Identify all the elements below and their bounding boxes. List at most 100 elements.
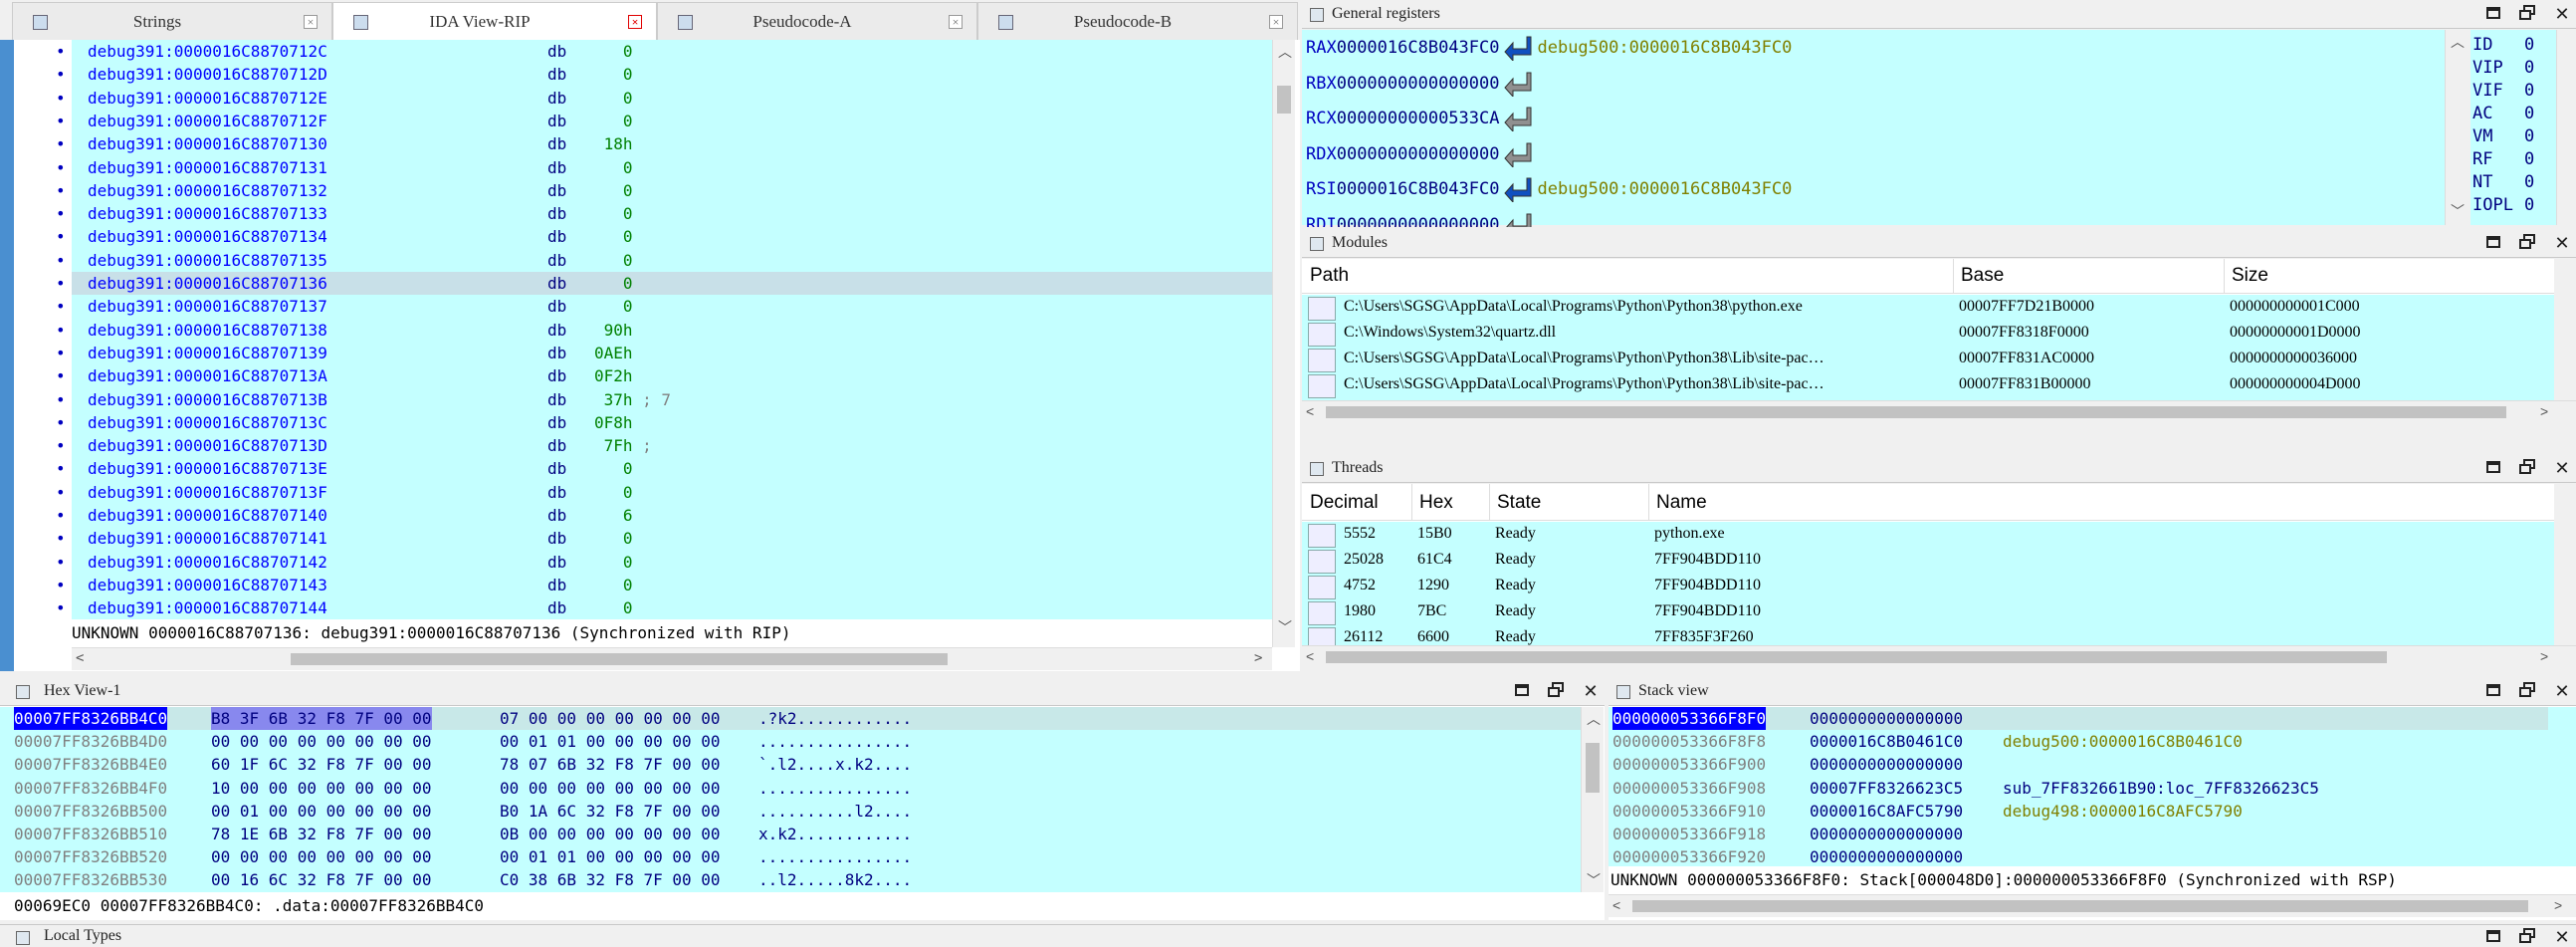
column-header-name[interactable]: Name [1656, 492, 1707, 514]
stack-value[interactable]: 0000000000000000 [1810, 707, 1963, 730]
threads-table[interactable]: Decimal Hex State Name 5552 15B0 Ready pyth… [1302, 484, 2554, 651]
disasm-line[interactable]: debug391:0000016C88707139 db 0AEh [72, 342, 1272, 364]
disasm-line[interactable]: debug391:0000016C8870713E db 0 [72, 457, 1272, 480]
disasm-line[interactable]: debug391:0000016C88707130 db 18h [72, 132, 1272, 155]
hex-bytes-right[interactable]: 00 01 01 00 00 00 00 00 [500, 730, 721, 753]
stack-row[interactable]: 000000053366F918 0000000000000000 [1612, 823, 2548, 845]
stack-value[interactable]: 0000000000000000 [1810, 823, 1963, 845]
register-list[interactable]: RAX0000016C8B043FC0 debug500:0000016C8B04… [1302, 30, 2445, 228]
registers-scrollbar[interactable]: ︿ ﹀ [2445, 30, 2468, 225]
register-value[interactable]: 00000000000533CA [1337, 109, 1500, 128]
stack-value[interactable]: 00007FF8326623C5 [1810, 777, 1963, 800]
table-row[interactable]: C:\Users\SGSG\AppData\Local\Programs\Pyt… [1302, 295, 2554, 321]
hex-dump[interactable]: 00007FF8326BB4C0 B8 3F 6B 32 F8 7F 00 00 0… [0, 707, 1587, 892]
close-icon[interactable]: ✕ [1581, 681, 1601, 701]
stack-horizontal-scrollbar[interactable]: < > [1609, 894, 2576, 917]
disasm-line[interactable]: debug391:0000016C8870712C db 0 [72, 40, 1272, 63]
maximize-icon[interactable] [2484, 4, 2504, 24]
disasm-line[interactable]: debug391:0000016C88707135 db 0 [72, 249, 1272, 272]
hex-vertical-scrollbar[interactable]: ︿ ﹀ [1581, 707, 1604, 892]
scroll-left-icon[interactable]: < [76, 650, 84, 666]
flag-row[interactable]: IOPL 0 [2472, 194, 2534, 217]
register-row[interactable]: RBX0000000000000000 [1306, 67, 1537, 102]
register-row[interactable]: RDI0000000000000000 [1306, 208, 1537, 228]
disasm-line[interactable]: debug391:0000016C88707144 db 0 [72, 596, 1272, 619]
hex-bytes-left[interactable]: 00 00 00 00 00 00 00 00 [211, 845, 432, 868]
disasm-line[interactable]: debug391:0000016C88707141 db 0 [72, 527, 1272, 550]
disasm-line[interactable]: debug391:0000016C88707137 db 0 [72, 295, 1272, 318]
scroll-thumb[interactable] [1277, 86, 1291, 114]
stack-row[interactable]: 000000053366F910 0000016C8AFC5790 debug498… [1612, 800, 2548, 823]
table-row[interactable]: C:\Users\SGSG\AppData\Local\Programs\Pyt… [1302, 347, 2554, 372]
register-value[interactable]: 0000016C8B043FC0 [1337, 179, 1500, 199]
restore-icon[interactable] [2518, 4, 2538, 24]
modules-rows[interactable]: C:\Users\SGSG\AppData\Local\Programs\Pyt… [1302, 295, 2554, 400]
disasm-line[interactable]: debug391:0000016C8870712E db 0 [72, 87, 1272, 110]
hex-bytes-right[interactable]: 0B 00 00 00 00 00 00 00 [500, 823, 721, 845]
flag-row[interactable]: VM 0 [2472, 125, 2534, 148]
disasm-line[interactable]: debug391:0000016C88707143 db 0 [72, 574, 1272, 596]
hex-bytes-right[interactable]: 07 00 00 00 00 00 00 00 [500, 707, 721, 730]
hex-bytes-left[interactable]: 10 00 00 00 00 00 00 00 [211, 777, 432, 800]
table-row[interactable]: 1980 7BC Ready 7FF904BDD110 [1302, 599, 2554, 625]
scroll-thumb[interactable] [1586, 743, 1600, 793]
disasm-line[interactable]: debug391:0000016C8870712D db 0 [72, 63, 1272, 86]
disasm-line[interactable]: debug391:0000016C8870713F db 0 [72, 481, 1272, 504]
stack-value[interactable]: 0000016C8AFC5790 [1810, 800, 1963, 823]
scroll-thumb[interactable] [1632, 900, 2528, 912]
flag-row[interactable]: AC 0 [2472, 103, 2534, 125]
disasm-line[interactable]: debug391:0000016C8870713A db 0F2h [72, 364, 1272, 387]
hex-bytes-right[interactable]: C0 38 6B 32 F8 7F 00 00 [500, 868, 721, 891]
disasm-line[interactable]: debug391:0000016C88707142 db 0 [72, 551, 1272, 574]
restore-icon[interactable] [2518, 681, 2538, 701]
hex-bytes-left[interactable]: 00 00 00 00 00 00 00 00 [211, 730, 432, 753]
stack-row[interactable]: 000000053366F8F8 0000016C8B0461C0 debug500… [1612, 730, 2548, 753]
scroll-left-icon[interactable]: < [1306, 648, 1314, 664]
flag-row[interactable]: NT 0 [2472, 171, 2534, 194]
close-icon[interactable]: ✕ [2552, 927, 2572, 947]
hex-bytes-right[interactable]: 78 07 6B 32 F8 7F 00 00 [500, 753, 721, 776]
flag-row[interactable]: RF 0 [2472, 148, 2534, 171]
restore-icon[interactable] [2518, 458, 2538, 478]
hex-bytes-left[interactable]: 00 16 6C 32 F8 7F 00 00 [211, 868, 432, 891]
stack-row[interactable]: 000000053366F8F0 0000000000000000 [1612, 707, 2548, 730]
column-header-size[interactable]: Size [2232, 265, 2268, 287]
jump-arrow-icon[interactable] [1499, 107, 1537, 131]
disasm-line[interactable]: debug391:0000016C8870712F db 0 [72, 110, 1272, 132]
register-row[interactable]: RAX0000016C8B043FC0 debug500:0000016C8B04… [1306, 31, 1792, 66]
flags-list[interactable]: ID 0 VIP 0 VIF 0 AC 0 VM 0 RF 0 NT 0 IOPL 0 [2470, 30, 2556, 225]
modules-horizontal-scrollbar[interactable]: < > [1302, 400, 2576, 423]
scroll-right-icon[interactable]: > [2540, 403, 2548, 419]
disasm-line[interactable]: debug391:0000016C8870713C db 0F8h [72, 411, 1272, 434]
close-icon[interactable]: ✕ [2552, 681, 2572, 701]
disasm-line[interactable]: debug391:0000016C88707140 db 6 [72, 504, 1272, 527]
register-row[interactable]: RCX00000000000533CA [1306, 102, 1537, 136]
scroll-down-icon[interactable]: ﹀ [1278, 617, 1292, 637]
register-value[interactable]: 0000016C8B043FC0 [1337, 38, 1500, 58]
jump-arrow-icon[interactable] [1499, 36, 1537, 61]
tab-pseudocode-a[interactable]: Pseudocode-A × [657, 2, 977, 40]
table-row[interactable]: C:\Windows\System32\quartz.dll 00007FF831… [1302, 321, 2554, 347]
close-icon[interactable]: × [949, 15, 963, 29]
restore-icon[interactable] [2518, 927, 2538, 947]
threads-rows[interactable]: 5552 15B0 Ready python.exe 25028 61C4 Ready 7FF… [1302, 522, 2554, 651]
table-row[interactable]: 5552 15B0 Ready python.exe [1302, 522, 2554, 548]
stack-row[interactable]: 000000053366F920 0000000000000000 [1612, 845, 2548, 868]
flag-row[interactable]: ID 0 [2472, 34, 2534, 57]
jump-arrow-icon[interactable] [1499, 142, 1537, 167]
scroll-thumb[interactable] [1326, 406, 2506, 418]
close-icon[interactable]: × [1269, 15, 1283, 29]
flag-row[interactable]: VIF 0 [2472, 80, 2534, 103]
scroll-down-icon[interactable]: ﹀ [1587, 870, 1601, 890]
maximize-icon[interactable] [2484, 681, 2504, 701]
close-icon[interactable]: ✕ [2552, 458, 2572, 478]
hex-bytes-left[interactable]: 00 01 00 00 00 00 00 00 [211, 800, 432, 823]
table-row[interactable]: 25028 61C4 Ready 7FF904BDD110 [1302, 548, 2554, 574]
hex-bytes-left[interactable]: 60 1F 6C 32 F8 7F 00 00 [211, 753, 432, 776]
close-icon[interactable]: ✕ [2552, 4, 2572, 24]
register-value[interactable]: 0000000000000000 [1337, 215, 1500, 228]
scroll-up-icon[interactable]: ︿ [1278, 42, 1292, 62]
hex-bytes-left[interactable]: 78 1E 6B 32 F8 7F 00 00 [211, 823, 432, 845]
scroll-right-icon[interactable]: > [2540, 648, 2548, 664]
jump-arrow-icon[interactable] [1499, 72, 1537, 97]
